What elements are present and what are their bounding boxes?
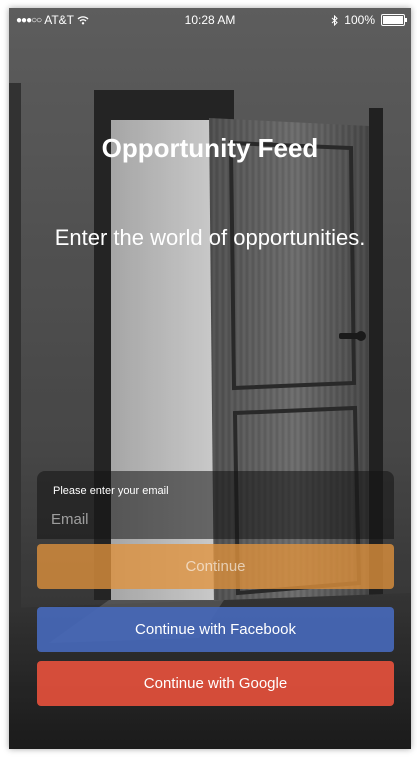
phone-screen: ●●●○○ AT&T 10:28 AM 100% Opportunity Fee… (9, 8, 411, 749)
battery-icon (381, 14, 407, 26)
battery-level (383, 16, 403, 24)
bluetooth-icon (331, 14, 339, 26)
email-field-container: Please enter your email (37, 471, 394, 539)
email-label: Please enter your email (53, 485, 169, 497)
battery-percent: 100% (344, 13, 375, 27)
email-input[interactable] (51, 507, 371, 531)
app-title: Opportunity Feed (101, 133, 319, 163)
app-tagline: Enter the world of opportunities. (54, 225, 366, 250)
status-right: 100% (331, 13, 407, 27)
continue-button[interactable]: Continue (37, 544, 394, 589)
continue-with-facebook-button[interactable]: Continue with Facebook (37, 607, 394, 652)
continue-with-google-button[interactable]: Continue with Google (37, 661, 394, 706)
status-bar: ●●●○○ AT&T 10:28 AM 100% (9, 8, 411, 32)
